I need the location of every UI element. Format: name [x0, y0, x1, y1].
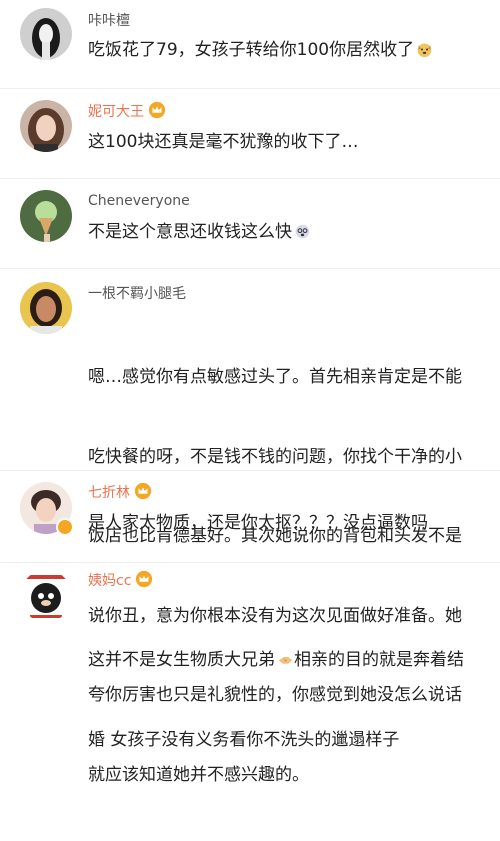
- comment-line: 婚 女孩子没有义务看你不洗头的邋遢样子: [88, 729, 400, 750]
- comment-text: 吃饭花了79，女孩子转给你100你居然收了: [88, 37, 488, 64]
- username[interactable]: 妮可大王: [88, 101, 166, 121]
- comment-item: 咔咔檀 吃饭花了79，女孩子转给你100你居然收了: [0, 0, 500, 88]
- avatar[interactable]: [20, 8, 72, 60]
- comment-text: 这100块还真是毫不犹豫的收下了…: [88, 132, 359, 152]
- username[interactable]: 七折林: [88, 482, 152, 502]
- comment-text: 是人家太物质，还是你太抠？？？没点逼数吗: [88, 513, 428, 533]
- crown-icon: [148, 101, 166, 119]
- comment-item: 一根不羁小腿毛 嗯…感觉你有点敏感过头了。首先相亲肯定是不能 吃快餐的呀，不是钱…: [0, 268, 500, 785]
- handshake-emoji: [278, 656, 293, 664]
- comment-line: 这并不是女生物质大兄弟 相亲的目的就是奔着结: [88, 650, 464, 670]
- comment-text: 不是这个意思还收钱这么快: [88, 219, 488, 246]
- verified-badge-icon: [56, 518, 74, 536]
- crown-icon: [136, 570, 153, 588]
- dizzy-face-emoji: [295, 224, 310, 239]
- username[interactable]: Cheneveryone: [88, 192, 190, 210]
- comment-item: Cheneveryone 不是这个意思还收钱这么快: [0, 178, 500, 268]
- comment-item: 妮可大王 这100块还真是毫不犹豫的收下了…: [0, 88, 500, 178]
- username[interactable]: 咔咔檀: [88, 12, 130, 30]
- comment-item: 姨妈cc 这并不是女生物质大兄弟 相亲的目的就是奔着结 婚 女孩子没有义务看你不洗…: [0, 562, 500, 750]
- avatar[interactable]: [20, 570, 72, 622]
- comment-text: 这并不是女生物质大兄弟 相亲的目的就是奔着结 婚 女孩子没有义务看你不洗头的邋遢样…: [88, 594, 488, 806]
- username[interactable]: 一根不羁小腿毛: [88, 285, 186, 303]
- comment-line: 嗯…感觉你有点敏感过头了。首先相亲肯定是不能: [88, 367, 462, 387]
- username[interactable]: 姨妈cc: [88, 570, 153, 590]
- avatar[interactable]: [20, 282, 72, 334]
- dog-emoji: [417, 43, 432, 58]
- comment-line: 吃快餐的呀，不是钱不钱的问题，你找个干净的小: [88, 446, 462, 467]
- avatar[interactable]: [20, 190, 72, 242]
- avatar[interactable]: [20, 100, 72, 152]
- comment-item: 七折林 是人家太物质，还是你太抠？？？没点逼数吗: [0, 470, 500, 562]
- crown-icon: [134, 482, 152, 500]
